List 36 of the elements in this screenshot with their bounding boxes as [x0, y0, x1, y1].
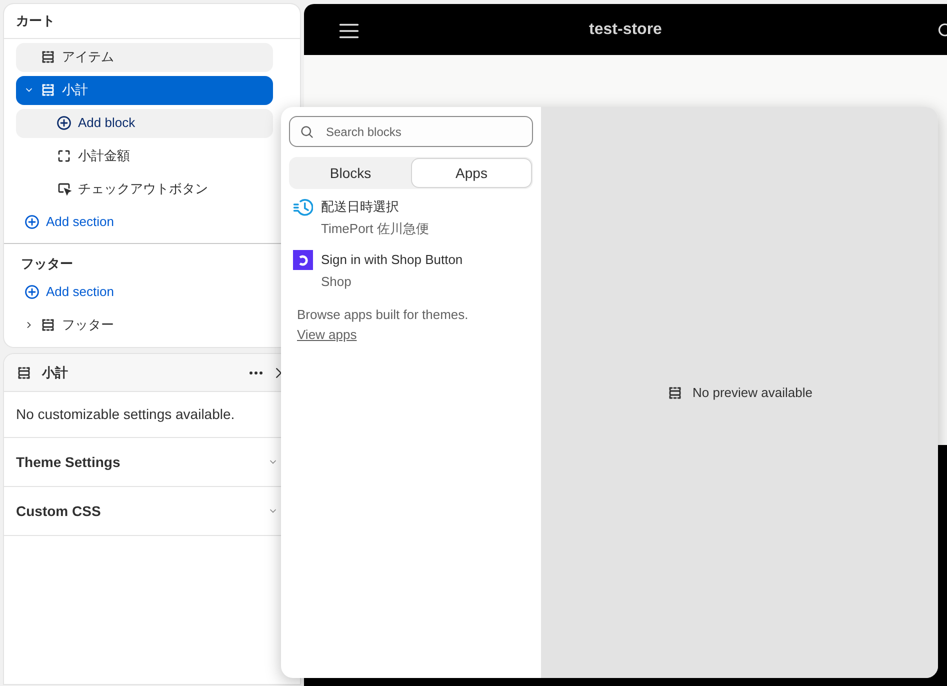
tab[interactable]: Apps [412, 159, 531, 187]
search-icon [300, 125, 314, 139]
section-icon [40, 82, 56, 98]
search-field[interactable]: Search blocks [289, 116, 533, 147]
app-vendor: Shop [321, 272, 352, 291]
tree-item[interactable]: チェックアウトボタン [16, 174, 273, 204]
app-name[interactable]: Sign in with Shop Button [321, 250, 463, 270]
tree-item[interactable]: 小計 [16, 76, 273, 104]
plus-circle-icon [24, 214, 40, 230]
panel-title: 小計 [42, 364, 69, 382]
group-title: フッター [20, 254, 74, 272]
section-icon [40, 316, 56, 332]
add-section-button[interactable]: Add section [16, 277, 273, 306]
browse-apps-text: Browse apps built for themes. View apps [296, 306, 470, 344]
block-icon [56, 148, 72, 164]
clock-icon [293, 197, 313, 217]
plus-circle-icon [56, 115, 72, 131]
view-apps-link[interactable]: View apps [297, 327, 357, 342]
store-name[interactable]: test-store [589, 18, 662, 42]
app-name[interactable]: 配送日時選択 [321, 197, 429, 216]
app-logo-icon [293, 250, 313, 270]
group-title: カート [4, 4, 300, 38]
app-vendor: TimePort 佐川急便 [321, 220, 429, 238]
add-block-button[interactable]: Add block [16, 108, 273, 138]
cursor-block-icon [56, 181, 72, 197]
section-icon [16, 364, 32, 380]
tree-item[interactable]: アイテム [16, 42, 273, 72]
tab[interactable]: Blocks [291, 159, 410, 187]
plus-circle-icon [24, 284, 40, 300]
section-icon [40, 49, 56, 65]
add-section-button[interactable]: Add section [16, 208, 273, 236]
preview-message: No preview available [692, 384, 812, 402]
menu-icon[interactable] [337, 21, 361, 41]
tree-item[interactable]: フッター [16, 310, 273, 339]
section-icon [666, 384, 683, 400]
tree-item[interactable]: 小計金額 [16, 142, 273, 170]
